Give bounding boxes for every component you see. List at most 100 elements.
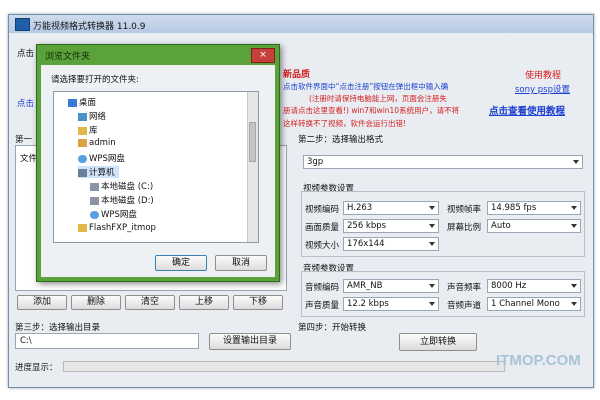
clear-button[interactable]: 清空 [125,295,175,310]
tree-item-network[interactable]: 网络 [78,110,106,122]
tree-item-flashfxp[interactable]: FlashFXP_itmop [78,223,156,233]
tree-item-computer[interactable]: 计算机 [78,166,119,178]
promo-click-label-1: 点击 [17,49,35,59]
library-folder-icon [78,126,87,135]
aspect-ratio-select[interactable]: Auto [487,219,581,233]
cancel-button[interactable]: 取消 [215,255,267,271]
psp-settings-link[interactable]: sony psp设置 [515,83,570,95]
audio-codec-value: AMR_NB [347,281,383,291]
view-tutorial-link[interactable]: 点击查看使用教程 [489,103,565,117]
move-up-button[interactable]: 上移 [179,295,229,310]
video-quality-label: 画面质量 [305,223,340,233]
video-codec-select[interactable]: H.263 [343,201,439,215]
tree-item-drive-d[interactable]: 本地磁盘 (D:) [90,194,154,206]
move-down-button[interactable]: 下移 [233,295,283,310]
sample-rate-label: 声音频率 [447,283,482,293]
video-size-select[interactable]: 176x144 [343,237,439,251]
chevron-down-icon [429,224,435,228]
chevron-down-icon [429,206,435,210]
audio-codec-select[interactable]: AMR_NB [343,279,439,293]
audio-codec-label: 音频编码 [305,283,340,293]
sample-rate-select[interactable]: 8000 Hz [487,279,581,293]
user-folder-icon [78,138,87,147]
tree-item-computer-label: 计算机 [89,168,115,178]
promo-click-label-2[interactable]: 点击 [17,97,34,109]
chevron-down-icon [429,284,435,288]
video-size-value: 176x144 [347,239,385,249]
tree-item-drive-c-label: 本地磁盘 (C:) [101,182,154,192]
tree-item-wps-cloud[interactable]: WPS网盘 [78,152,125,164]
audio-quality-value: 12.2 kbps [347,299,389,309]
video-quality-select[interactable]: 256 kbps [343,219,439,233]
audio-quality-label: 声音质量 [305,301,340,311]
chevron-down-icon [571,206,577,210]
drive-icon [90,196,99,205]
audio-quality-select[interactable]: 12.2 kbps [343,297,439,311]
watermark-text: ITMOP.COM [496,352,581,369]
cloud-icon [78,154,87,163]
folder-tree[interactable]: 桌面 网络 库 admin WPS网盘 计算机 本地磁盘 (C:) 本地磁盘 (… [53,91,259,243]
tree-scrollbar[interactable] [247,92,258,242]
dialog-prompt: 请选择要打开的文件夹: [51,75,139,85]
aspect-ratio-label: 屏幕比例 [447,223,482,233]
tree-item-library[interactable]: 库 [78,124,98,136]
video-codec-label: 视频编码 [305,205,340,215]
frame-rate-value: 14.985 fps [491,203,537,213]
format-select[interactable]: 3gp [303,155,583,169]
drive-icon [90,182,99,191]
tree-item-network-label: 网络 [89,112,107,122]
channels-value: 1 Channel Mono [491,299,560,309]
tutorial-title: 使用教程 [525,71,562,81]
channels-label: 音频声道 [447,301,482,311]
folder-icon [78,223,87,232]
file-column-header[interactable]: 文件 [20,152,37,164]
tree-item-flashfxp-label: FlashFXP_itmop [89,223,156,233]
promo-line-2: (注册时请保持电脑能上网，页面会注册失 [309,94,447,103]
tree-item-drive-c[interactable]: 本地磁盘 (C:) [90,180,153,192]
tree-item-wps-cloud-2[interactable]: WPS网盘 [90,208,137,220]
tree-item-wps-cloud-label: WPS网盘 [89,154,125,164]
frame-rate-select[interactable]: 14.985 fps [487,201,581,215]
app-icon [15,18,30,31]
promo-line-3[interactable]: 册请点击这里查看!) win7和win10系统用户，请不将 [283,105,459,116]
format-value: 3gp [307,157,324,167]
chevron-down-icon [429,302,435,306]
promo-line-1: 点击软件界面中“点击注册”按钮在弹出框中输入确 [283,82,449,91]
chevron-down-icon [571,284,577,288]
video-quality-value: 256 kbps [347,221,387,231]
network-icon [78,112,87,121]
aspect-ratio-value: Auto [491,221,511,231]
dialog-body: 请选择要打开的文件夹: 桌面 网络 库 admin WPS网盘 计算机 本地磁盘… [41,65,275,277]
ok-button[interactable]: 确定 [155,255,207,271]
add-button[interactable]: 添加 [17,295,67,310]
output-dir-field[interactable]: C:\ [15,333,199,349]
progress-label: 进度显示： [15,363,58,373]
chevron-down-icon [573,160,579,164]
chevron-down-icon [571,224,577,228]
set-output-dir-button[interactable]: 设置输出目录 [209,333,291,350]
convert-now-button[interactable]: 立即转换 [399,333,477,351]
step1-label: 第一 [15,135,33,145]
chevron-down-icon [571,302,577,306]
tree-item-library-label: 库 [89,126,98,136]
delete-button[interactable]: 删除 [71,295,121,310]
channels-select[interactable]: 1 Channel Mono [487,297,581,311]
sample-rate-value: 8000 Hz [491,281,527,291]
tree-item-admin-label: admin [89,138,116,148]
title-bar: 万能视频格式转换器 11.0.9 [9,15,593,33]
frame-rate-label: 视频帧率 [447,205,482,215]
promo-new-product: 新品质 [283,70,311,80]
promo-line-4: 这样转换不了视频，软件会运行出错! [283,119,407,128]
close-icon[interactable]: × [251,48,275,63]
video-size-label: 视频大小 [305,241,340,251]
chevron-down-icon [429,242,435,246]
window-title: 万能视频格式转换器 11.0.9 [33,22,146,32]
browse-folder-dialog: 浏览文件夹 × 请选择要打开的文件夹: 桌面 网络 库 admin WPS网盘 … [36,44,280,282]
step4-label: 第四步：开始转换 [298,323,367,333]
cloud-icon [90,210,99,219]
tree-item-admin[interactable]: admin [78,138,116,148]
tree-item-wps-cloud-2-label: WPS网盘 [101,210,137,220]
scrollbar-thumb[interactable] [249,122,256,162]
tree-item-desktop[interactable]: 桌面 [68,96,96,108]
dialog-title: 浏览文件夹 [45,52,91,62]
